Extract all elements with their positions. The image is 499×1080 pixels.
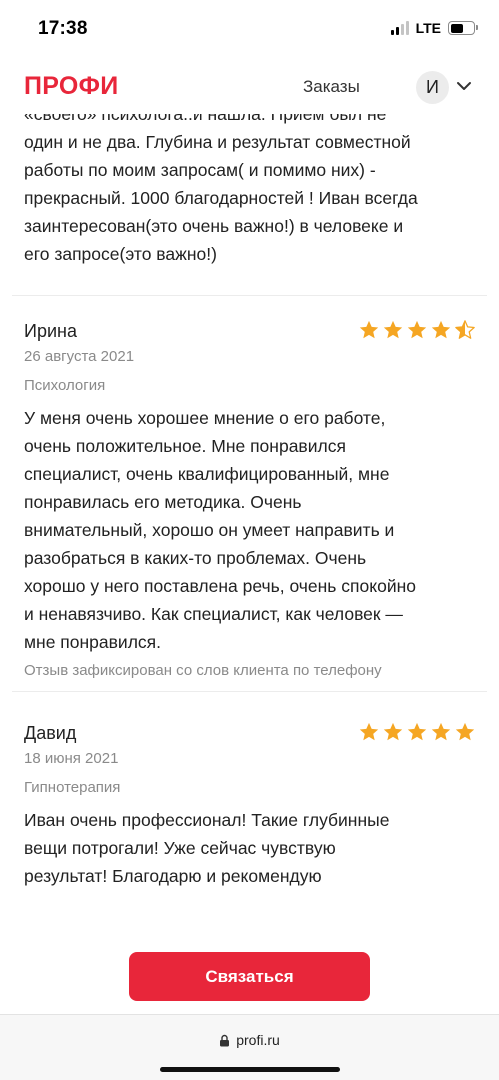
star-icon	[455, 320, 475, 339]
star-icon	[431, 320, 451, 339]
review-line: Иван очень профессионал! Такие глубинные	[24, 810, 390, 830]
star-icon	[359, 722, 379, 741]
review-body: У меня очень хорошее мнение о его работе…	[24, 404, 476, 656]
review-line: специалист, очень квалифицированный, мне	[24, 464, 390, 484]
nav-orders-link[interactable]: Заказы	[303, 77, 360, 97]
star-icon	[383, 722, 403, 741]
cta-area: Связаться	[0, 934, 499, 1014]
review-line: понравилась его методика. Очень	[24, 492, 302, 512]
status-time: 17:38	[38, 18, 88, 39]
review-card: Давид 18 июня 2021 Гипнотерапия Иван оче…	[24, 721, 476, 890]
review-line: мне понравился.	[24, 632, 162, 652]
review-date: 26 августа 2021	[24, 348, 135, 365]
review-line: и ненавязчиво. Как специалист, как челов…	[24, 604, 403, 624]
url-text: profi.ru	[236, 1032, 280, 1048]
avatar[interactable]: И	[416, 71, 449, 104]
star-icon	[359, 320, 379, 339]
network-label: LTE	[415, 20, 441, 36]
review-line: прекрасный. 1000 благодарностей ! Иван в…	[24, 188, 418, 208]
profi-logo[interactable]: ПРОФИ	[24, 72, 119, 101]
status-indicators: LTE	[390, 20, 478, 36]
browser-address-bar: profi.ru	[0, 1014, 499, 1080]
app-header: ПРОФИ Заказы И	[0, 62, 499, 114]
status-bar: 17:38 LTE	[0, 0, 499, 62]
home-indicator[interactable]	[160, 1067, 340, 1072]
review-card: Ирина 26 августа 2021 Психология У меня …	[24, 319, 476, 679]
chevron-down-icon[interactable]	[456, 80, 472, 92]
review-phone-note: Отзыв зафиксирован со слов клиента по те…	[24, 662, 382, 679]
star-icon	[455, 722, 475, 741]
review-date: 18 июня 2021	[24, 750, 119, 767]
contact-button[interactable]: Связаться	[129, 952, 370, 1001]
rating-stars	[358, 319, 476, 341]
previous-review-text: «своего» психолога..и нашла. Прием был н…	[24, 114, 484, 268]
review-line: результат! Благодарю и рекомендую	[24, 866, 322, 886]
review-line: его запросе(это важно!)	[24, 244, 217, 264]
review-line: разобраться в каких-то проблемах. Очень	[24, 548, 367, 568]
review-line: один и не два. Глубина и результат совме…	[24, 132, 411, 152]
review-body: Иван очень профессионал! Такие глубинные…	[24, 806, 476, 890]
url-field[interactable]: profi.ru	[0, 1032, 499, 1048]
review-line: У меня очень хорошее мнение о его работе…	[24, 408, 386, 428]
review-line: заинтересован(это очень важно!) в челове…	[24, 216, 404, 236]
reviews-content[interactable]: «своего» психолога..и нашла. Прием был н…	[0, 114, 499, 934]
review-line: очень положительное. Мне понравился	[24, 436, 346, 456]
signal-icon	[390, 21, 409, 35]
rating-stars	[358, 721, 476, 743]
divider	[12, 691, 487, 692]
star-icon	[407, 320, 427, 339]
review-line: хорошо у него поставлена речь, очень спо…	[24, 576, 416, 596]
lock-icon	[220, 1034, 230, 1046]
review-line: «своего» психолога..и нашла. Прием был н…	[24, 114, 387, 124]
divider	[12, 295, 487, 296]
review-category: Гипнотерапия	[24, 779, 121, 796]
star-icon	[431, 722, 451, 741]
star-icon	[407, 722, 427, 741]
review-line: вещи потрогали! Уже сейчас чувствую	[24, 838, 336, 858]
review-category: Психология	[24, 377, 106, 394]
review-line: внимательный, хорошо он умеет направить …	[24, 520, 395, 540]
star-icon	[383, 320, 403, 339]
battery-icon	[448, 21, 478, 35]
review-line: работы по моим запросам( и помимо них) -	[24, 160, 376, 180]
